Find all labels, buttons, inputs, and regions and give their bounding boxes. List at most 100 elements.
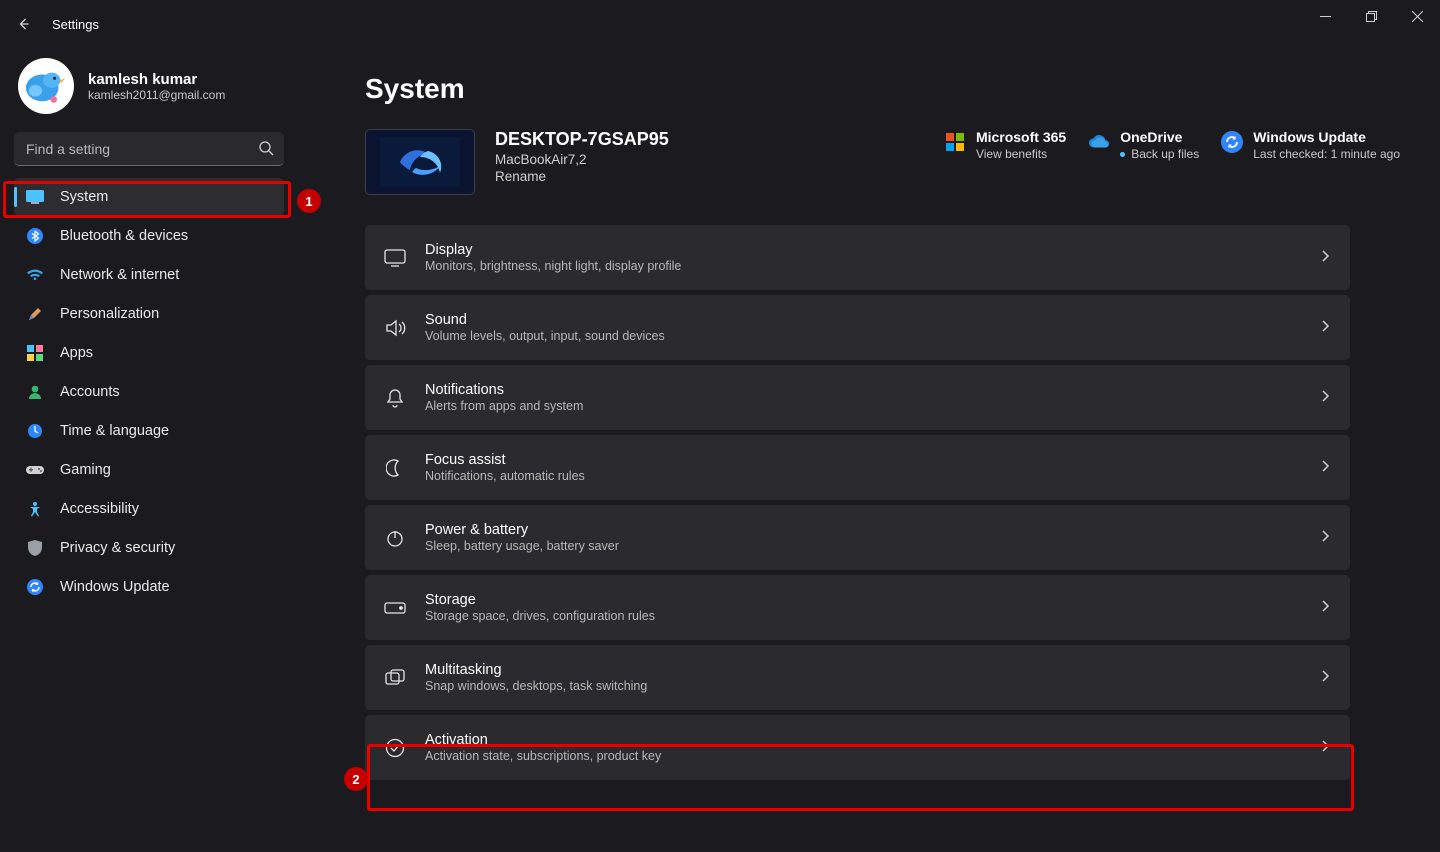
clock-globe-icon <box>26 422 44 440</box>
nav-item-accounts[interactable]: Accounts <box>14 373 284 411</box>
badge-sub: Back up files <box>1120 147 1199 161</box>
chevron-right-icon <box>1320 599 1330 616</box>
nav-item-personalization[interactable]: Personalization <box>14 295 284 333</box>
nav-item-privacy[interactable]: Privacy & security <box>14 529 284 567</box>
row-sub: Monitors, brightness, night light, displ… <box>425 259 681 273</box>
bluetooth-icon <box>26 227 44 245</box>
close-button[interactable] <box>1394 0 1440 32</box>
chevron-right-icon <box>1320 389 1330 406</box>
accessibility-icon <box>26 500 44 518</box>
chevron-right-icon <box>1320 459 1330 476</box>
device-header: DESKTOP-7GSAP95 MacBookAir7,2 Rename Mic… <box>365 129 1400 195</box>
nav-item-label: Time & language <box>60 423 169 439</box>
row-sub: Storage space, drives, configuration rul… <box>425 609 655 623</box>
titlebar: Settings <box>0 0 1440 48</box>
device-thumbnail <box>365 129 475 195</box>
profile-block[interactable]: kamlesh kumar kamlesh2011@gmail.com <box>14 58 286 114</box>
close-icon <box>1412 11 1423 22</box>
display-icon <box>383 246 407 270</box>
system-icon <box>26 188 44 206</box>
nav-item-bluetooth[interactable]: Bluetooth & devices <box>14 217 284 255</box>
sidebar: kamlesh kumar kamlesh2011@gmail.com Syst… <box>0 48 300 852</box>
search-input[interactable] <box>14 132 284 166</box>
check-circle-icon <box>383 736 407 760</box>
status-dot-icon <box>1120 152 1125 157</box>
nav-item-time-language[interactable]: Time & language <box>14 412 284 450</box>
bell-icon <box>383 386 407 410</box>
power-icon <box>383 526 407 550</box>
row-title: Focus assist <box>425 452 585 468</box>
chevron-right-icon <box>1320 319 1330 336</box>
nav-item-label: Personalization <box>60 306 159 322</box>
maximize-button[interactable] <box>1348 0 1394 32</box>
row-title: Activation <box>425 732 661 748</box>
nav-item-label: Bluetooth & devices <box>60 228 188 244</box>
search-wrap <box>14 132 284 166</box>
shield-icon <box>26 539 44 557</box>
row-notifications[interactable]: NotificationsAlerts from apps and system <box>365 365 1350 430</box>
row-title: Sound <box>425 312 665 328</box>
row-sub: Notifications, automatic rules <box>425 469 585 483</box>
device-info: DESKTOP-7GSAP95 MacBookAir7,2 Rename <box>495 129 669 184</box>
row-sound[interactable]: SoundVolume levels, output, input, sound… <box>365 295 1350 360</box>
main-content: System DESKTOP-7GSAP95 MacBookAir7,2 Ren… <box>310 48 1400 852</box>
nav-item-label: Accounts <box>60 384 120 400</box>
gamepad-icon <box>26 461 44 479</box>
row-activation[interactable]: ActivationActivation state, subscription… <box>365 715 1350 780</box>
m365-icon <box>944 131 966 153</box>
badge-sub: Last checked: 1 minute ago <box>1253 147 1400 161</box>
update-icon <box>26 578 44 596</box>
row-display[interactable]: DisplayMonitors, brightness, night light… <box>365 225 1350 290</box>
badge-title: Windows Update <box>1253 129 1400 145</box>
nav-item-label: Apps <box>60 345 93 361</box>
row-multitasking[interactable]: MultitaskingSnap windows, desktops, task… <box>365 645 1350 710</box>
badge-title: Microsoft 365 <box>976 129 1066 145</box>
chevron-right-icon <box>1320 529 1330 546</box>
header-badges: Microsoft 365 View benefits OneDrive Bac… <box>944 129 1400 161</box>
nav-item-gaming[interactable]: Gaming <box>14 451 284 489</box>
back-button[interactable] <box>0 0 48 48</box>
row-title: Notifications <box>425 382 583 398</box>
multitasking-icon <box>383 666 407 690</box>
brush-icon <box>26 305 44 323</box>
badge-title: OneDrive <box>1120 129 1199 145</box>
search-icon <box>258 140 274 159</box>
row-sub: Alerts from apps and system <box>425 399 583 413</box>
row-title: Display <box>425 242 681 258</box>
nav-item-label: Gaming <box>60 462 111 478</box>
nav-list: System Bluetooth & devices Network & int… <box>14 178 284 606</box>
row-power[interactable]: Power & batterySleep, battery usage, bat… <box>365 505 1350 570</box>
nav-item-apps[interactable]: Apps <box>14 334 284 372</box>
badge-m365[interactable]: Microsoft 365 View benefits <box>944 129 1066 161</box>
windows-bloom-icon <box>380 137 460 187</box>
row-title: Multitasking <box>425 662 647 678</box>
nav-item-accessibility[interactable]: Accessibility <box>14 490 284 528</box>
profile-name: kamlesh kumar <box>88 71 225 88</box>
avatar <box>18 58 74 114</box>
nav-item-label: System <box>60 189 108 205</box>
rename-link[interactable]: Rename <box>495 169 669 184</box>
row-storage[interactable]: StorageStorage space, drives, configurat… <box>365 575 1350 640</box>
row-title: Power & battery <box>425 522 619 538</box>
moon-icon <box>383 456 407 480</box>
nav-item-label: Privacy & security <box>60 540 175 556</box>
row-focus-assist[interactable]: Focus assistNotifications, automatic rul… <box>365 435 1350 500</box>
avatar-bird-icon <box>23 63 69 109</box>
nav-item-label: Accessibility <box>60 501 139 517</box>
device-name: DESKTOP-7GSAP95 <box>495 129 669 150</box>
badge-windows-update[interactable]: Windows Update Last checked: 1 minute ag… <box>1221 129 1400 161</box>
nav-item-network[interactable]: Network & internet <box>14 256 284 294</box>
row-sub: Volume levels, output, input, sound devi… <box>425 329 665 343</box>
badge-onedrive[interactable]: OneDrive Back up files <box>1088 129 1199 161</box>
row-sub: Snap windows, desktops, task switching <box>425 679 647 693</box>
settings-list: DisplayMonitors, brightness, night light… <box>365 225 1350 780</box>
minimize-button[interactable] <box>1302 0 1348 32</box>
window-title: Settings <box>52 17 99 32</box>
nav-item-system[interactable]: System <box>14 178 284 216</box>
windows-update-icon <box>1221 131 1243 153</box>
device-model: MacBookAir7,2 <box>495 152 669 167</box>
row-sub: Activation state, subscriptions, product… <box>425 749 661 763</box>
onedrive-icon <box>1088 131 1110 153</box>
row-sub: Sleep, battery usage, battery saver <box>425 539 619 553</box>
nav-item-windows-update[interactable]: Windows Update <box>14 568 284 606</box>
